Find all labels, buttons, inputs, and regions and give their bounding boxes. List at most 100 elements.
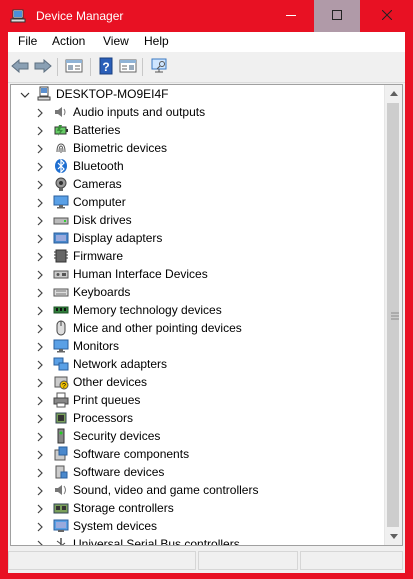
back-button[interactable] bbox=[10, 57, 30, 77]
tree-category-item[interactable]: Audio inputs and outputs bbox=[11, 103, 386, 121]
tree-category-label: Human Interface Devices bbox=[73, 267, 208, 281]
tree-category-label: Security devices bbox=[73, 429, 161, 443]
scroll-up-arrow[interactable] bbox=[385, 85, 402, 102]
tree-category-label: Bluetooth bbox=[73, 159, 124, 173]
vertical-scrollbar[interactable] bbox=[384, 85, 402, 545]
unknown-device-icon: ? bbox=[53, 374, 69, 390]
menu-action[interactable]: Action bbox=[52, 34, 85, 48]
printer-icon bbox=[53, 392, 69, 408]
expand-chevron-icon[interactable] bbox=[35, 143, 45, 154]
device-tree-panel: DESKTOP-MO9EI4F Audio inputs and outputs… bbox=[10, 84, 403, 546]
tree-category-item[interactable]: Processors bbox=[11, 409, 386, 427]
expand-chevron-icon[interactable] bbox=[35, 323, 45, 334]
tree-category-item[interactable]: Biometric devices bbox=[11, 139, 386, 157]
tree-category-label: Software components bbox=[73, 447, 190, 461]
expand-chevron-icon[interactable] bbox=[35, 215, 45, 226]
tree-category-item[interactable]: Network adapters bbox=[11, 355, 386, 373]
tree-category-item[interactable]: Security devices bbox=[11, 427, 386, 445]
expand-chevron-icon[interactable] bbox=[35, 539, 45, 545]
expand-chevron-icon[interactable] bbox=[35, 431, 45, 442]
tree-category-item[interactable]: Batteries bbox=[11, 121, 386, 139]
expand-chevron-icon[interactable] bbox=[35, 395, 45, 406]
help-icon: ? bbox=[98, 57, 114, 78]
menu-file[interactable]: File bbox=[18, 34, 37, 48]
tree-category-item[interactable]: Bluetooth bbox=[11, 157, 386, 175]
tree-category-item[interactable]: Keyboards bbox=[11, 283, 386, 301]
forward-button[interactable] bbox=[33, 57, 53, 77]
close-button[interactable] bbox=[360, 0, 413, 32]
back-arrow-icon bbox=[11, 58, 29, 76]
tree-root[interactable]: DESKTOP-MO9EI4F bbox=[11, 85, 386, 103]
tree-category-label: Audio inputs and outputs bbox=[73, 105, 206, 119]
expand-chevron-icon[interactable] bbox=[35, 251, 45, 262]
menu-view[interactable]: View bbox=[103, 34, 129, 48]
scrollbar-thumb[interactable] bbox=[387, 103, 399, 527]
expand-chevron-icon[interactable] bbox=[35, 413, 45, 424]
mouse-icon bbox=[53, 320, 69, 336]
status-bar bbox=[8, 548, 405, 573]
expand-chevron-icon[interactable] bbox=[35, 161, 45, 172]
software-device-icon bbox=[53, 464, 69, 480]
help-button[interactable]: ? bbox=[96, 57, 116, 77]
tree-category-label: Disk drives bbox=[73, 213, 132, 227]
expand-chevron-icon[interactable] bbox=[35, 485, 45, 496]
tree-category-item[interactable]: Print queues bbox=[11, 391, 386, 409]
expand-chevron-icon[interactable] bbox=[35, 287, 45, 298]
expand-chevron-icon[interactable] bbox=[35, 359, 45, 370]
battery-icon bbox=[53, 122, 69, 138]
tree-category-item[interactable]: Software devices bbox=[11, 463, 386, 481]
tree-category-item[interactable]: ? Other devices bbox=[11, 373, 386, 391]
tree-category-item[interactable]: System devices bbox=[11, 517, 386, 535]
tree-category-item[interactable]: Firmware bbox=[11, 247, 386, 265]
tree-category-label: Display adapters bbox=[73, 231, 163, 245]
scroll-down-arrow[interactable] bbox=[385, 528, 402, 545]
tree-category-item[interactable]: Human Interface Devices bbox=[11, 265, 386, 283]
minimize-button[interactable] bbox=[268, 0, 314, 32]
tree-category-label: Processors bbox=[73, 411, 134, 425]
security-key-icon bbox=[53, 428, 69, 444]
tree-category-item[interactable]: Storage controllers bbox=[11, 499, 386, 517]
update-driver-button[interactable] bbox=[118, 57, 138, 77]
expand-chevron-icon[interactable] bbox=[35, 305, 45, 316]
tree-category-item[interactable]: Software components bbox=[11, 445, 386, 463]
tree-category-item[interactable]: Mice and other pointing devices bbox=[11, 319, 386, 337]
device-tree[interactable]: DESKTOP-MO9EI4F Audio inputs and outputs… bbox=[11, 85, 386, 545]
expand-chevron-icon[interactable] bbox=[35, 179, 45, 190]
firmware-chip-icon bbox=[53, 248, 69, 264]
expand-chevron-icon[interactable] bbox=[35, 377, 45, 388]
expand-chevron-icon[interactable] bbox=[35, 125, 45, 136]
expand-chevron-icon[interactable] bbox=[35, 107, 45, 118]
scan-hardware-button[interactable] bbox=[149, 57, 169, 77]
collapse-chevron-icon[interactable] bbox=[20, 89, 30, 99]
expand-chevron-icon[interactable] bbox=[35, 503, 45, 514]
expand-chevron-icon[interactable] bbox=[35, 467, 45, 478]
menu-help[interactable]: Help bbox=[144, 34, 169, 48]
expand-chevron-icon[interactable] bbox=[35, 269, 45, 280]
tree-category-item[interactable]: Universal Serial Bus controllers bbox=[11, 535, 386, 545]
maximize-button[interactable] bbox=[314, 0, 360, 32]
tree-category-label: Print queues bbox=[73, 393, 141, 407]
camera-icon bbox=[53, 176, 69, 192]
tree-category-label: Batteries bbox=[73, 123, 121, 137]
tree-category-item[interactable]: Display adapters bbox=[11, 229, 386, 247]
tree-category-item[interactable]: Monitors bbox=[11, 337, 386, 355]
fingerprint-icon bbox=[53, 140, 69, 156]
monitor-icon bbox=[53, 338, 69, 354]
tree-category-label: Firmware bbox=[73, 249, 123, 263]
tree-category-item[interactable]: Computer bbox=[11, 193, 386, 211]
tree-category-item[interactable]: Memory technology devices bbox=[11, 301, 386, 319]
tree-category-item[interactable]: Cameras bbox=[11, 175, 386, 193]
tree-category-item[interactable]: Sound, video and game controllers bbox=[11, 481, 386, 499]
close-icon bbox=[381, 9, 392, 23]
properties-button[interactable] bbox=[64, 57, 84, 77]
title-bar[interactable]: Device Manager bbox=[0, 0, 413, 32]
expand-chevron-icon[interactable] bbox=[35, 233, 45, 244]
status-pane-2 bbox=[198, 551, 298, 570]
expand-chevron-icon[interactable] bbox=[35, 449, 45, 460]
tree-category-item[interactable]: Disk drives bbox=[11, 211, 386, 229]
expand-chevron-icon[interactable] bbox=[35, 521, 45, 532]
system-devices-icon bbox=[53, 518, 69, 534]
expand-chevron-icon[interactable] bbox=[35, 197, 45, 208]
expand-chevron-icon[interactable] bbox=[35, 341, 45, 352]
display-adapter-icon bbox=[53, 230, 69, 246]
